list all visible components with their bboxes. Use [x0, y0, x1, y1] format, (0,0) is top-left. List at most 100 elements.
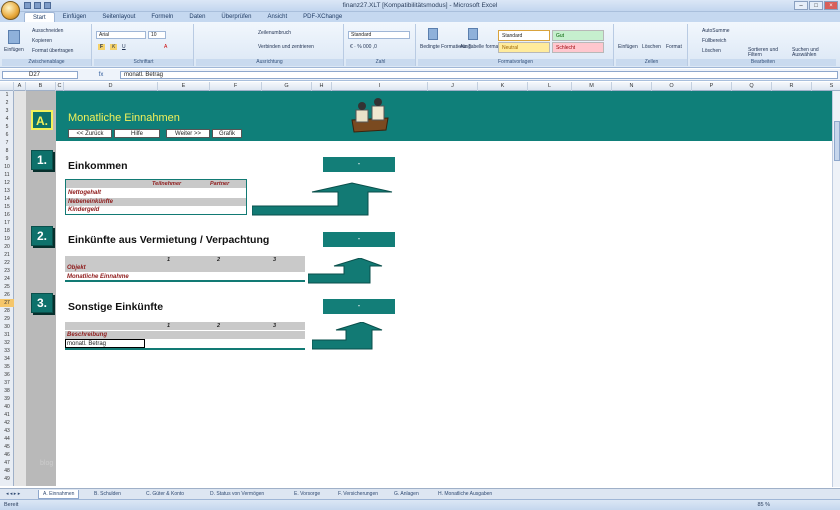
tab-seitenlayout[interactable]: Seitenlayout [94, 12, 143, 22]
row-header[interactable]: 4 [0, 115, 14, 123]
copy-button[interactable]: Kopieren [32, 38, 52, 44]
row-header[interactable]: 38 [0, 387, 14, 395]
scroll-thumb[interactable] [834, 121, 840, 161]
tab-einfuegen[interactable]: Einfügen [55, 12, 95, 22]
table-row[interactable]: Monatliche Einnahme [65, 273, 305, 281]
name-box[interactable]: D27 [2, 71, 78, 79]
row-header[interactable]: 45 [0, 443, 14, 451]
row-header[interactable]: 22 [0, 259, 14, 267]
format-painter-button[interactable]: Format übertragen [32, 48, 73, 54]
sort-filter-button[interactable]: Sortieren und Filtern [748, 48, 788, 58]
row-header[interactable]: 12 [0, 179, 14, 187]
minimize-button[interactable]: – [794, 1, 808, 10]
column-header[interactable]: O [652, 82, 692, 91]
maximize-button[interactable]: □ [809, 1, 823, 10]
wrap-text-button[interactable]: Zeilenumbruch [258, 30, 291, 36]
sheet-tab[interactable]: D. Status von Vermögen [206, 490, 268, 499]
column-header[interactable]: E [158, 82, 210, 91]
row-header[interactable]: 47 [0, 459, 14, 467]
row-header[interactable]: 1 [0, 91, 14, 99]
column-header[interactable]: L [528, 82, 572, 91]
column-header[interactable]: G [262, 82, 312, 91]
row-header[interactable]: 21 [0, 251, 14, 259]
zoom-level[interactable]: 85 % [757, 500, 770, 510]
formula-input[interactable]: monatl. Betrag [120, 71, 838, 79]
column-header[interactable]: Q [732, 82, 772, 91]
column-header[interactable]: N [612, 82, 652, 91]
row-header[interactable]: 17 [0, 219, 14, 227]
table-row[interactable]: Beschreibung [65, 331, 305, 339]
style-schlecht[interactable]: Schlecht [552, 42, 604, 53]
column-header[interactable]: K [478, 82, 528, 91]
row-header[interactable]: 19 [0, 235, 14, 243]
row-header[interactable]: 28 [0, 307, 14, 315]
format-cells-button[interactable]: Format [666, 44, 682, 50]
row-header[interactable]: 15 [0, 203, 14, 211]
sheet-tab[interactable]: G. Anlagen [390, 490, 423, 499]
row-header[interactable]: 20 [0, 243, 14, 251]
column-header[interactable]: I [332, 82, 428, 91]
office-button[interactable] [1, 1, 20, 20]
column-header[interactable]: M [572, 82, 612, 91]
column-header[interactable]: A [14, 82, 26, 91]
chart-button[interactable]: Grafik [212, 129, 242, 138]
column-header[interactable]: R [772, 82, 812, 91]
row-header[interactable]: 39 [0, 395, 14, 403]
tab-daten[interactable]: Daten [181, 12, 213, 22]
tab-formeln[interactable]: Formeln [143, 12, 181, 22]
column-header[interactable]: C [56, 82, 64, 91]
style-neutral[interactable]: Neutral [498, 42, 550, 53]
row-header[interactable]: 49 [0, 475, 14, 483]
row-header[interactable]: 26 [0, 291, 14, 299]
table-row[interactable]: Nebeneinkünfte [66, 198, 246, 206]
row-header[interactable]: 41 [0, 411, 14, 419]
sheet-tab[interactable]: E. Vorsorge [290, 490, 324, 499]
number-format-select[interactable]: Standard [348, 31, 410, 39]
autosum-button[interactable]: AutoSumme [702, 28, 730, 34]
column-header[interactable]: S [812, 82, 840, 91]
row-header[interactable]: 29 [0, 315, 14, 323]
tab-start[interactable]: Start [24, 12, 55, 22]
sheet-tab[interactable]: F. Versicherungen [334, 490, 382, 499]
row-header[interactable]: 23 [0, 267, 14, 275]
column-header[interactable]: D [64, 82, 158, 91]
row-header[interactable]: 44 [0, 435, 14, 443]
tab-pdf-xchange[interactable]: PDF-XChange [295, 12, 350, 22]
row-header[interactable]: 31 [0, 331, 14, 339]
font-name-select[interactable]: Arial [96, 31, 146, 39]
insert-cells-button[interactable]: Einfügen [618, 44, 638, 50]
row-header[interactable]: 34 [0, 355, 14, 363]
row-header[interactable]: 24 [0, 275, 14, 283]
fill-button[interactable]: Füllbereich [702, 38, 726, 44]
row-header[interactable]: 16 [0, 211, 14, 219]
underline-button[interactable]: U [122, 44, 126, 50]
row-header[interactable]: 46 [0, 451, 14, 459]
close-button[interactable]: × [824, 1, 838, 10]
clear-button[interactable]: Löschen [702, 48, 721, 54]
column-header[interactable]: F [210, 82, 262, 91]
row-header[interactable]: 40 [0, 403, 14, 411]
row-header[interactable]: 35 [0, 363, 14, 371]
back-button[interactable]: << Zurück [68, 129, 112, 138]
row-header[interactable]: 43 [0, 427, 14, 435]
row-header[interactable]: 3 [0, 107, 14, 115]
bold-button[interactable]: F [98, 44, 106, 50]
column-header[interactable]: P [692, 82, 732, 91]
row-header[interactable]: 25 [0, 283, 14, 291]
italic-button[interactable]: K [110, 44, 118, 50]
delete-cells-button[interactable]: Löschen [642, 44, 661, 50]
fx-icon[interactable]: fx [84, 71, 118, 79]
column-header[interactable]: H [312, 82, 332, 91]
table-row[interactable]: Objekt [65, 264, 305, 272]
style-standard[interactable]: Standard [498, 30, 550, 41]
row-header[interactable]: 5 [0, 123, 14, 131]
row-header[interactable]: 7 [0, 139, 14, 147]
row-header[interactable]: 33 [0, 347, 14, 355]
row-header[interactable]: 9 [0, 155, 14, 163]
merge-center-button[interactable]: Verbinden und zentrieren [258, 44, 314, 50]
column-header[interactable]: B [26, 82, 56, 91]
row-header[interactable]: 18 [0, 227, 14, 235]
cut-button[interactable]: Ausschneiden [32, 28, 63, 34]
row-header[interactable]: 2 [0, 99, 14, 107]
table-row[interactable]: Nettogehalt [66, 189, 246, 197]
